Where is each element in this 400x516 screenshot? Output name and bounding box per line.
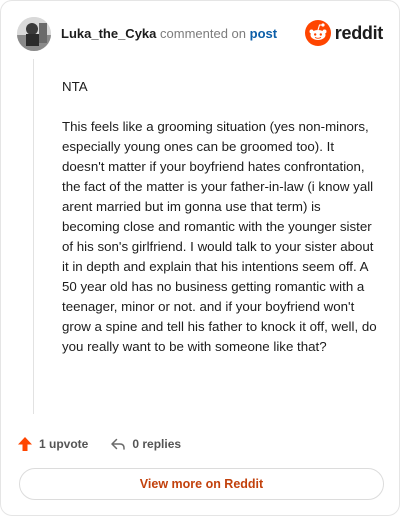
- username[interactable]: Luka_the_Cyka: [61, 26, 156, 41]
- reddit-wordmark: reddit: [334, 22, 384, 43]
- comment-meta: Luka_the_Cyka commented on post: [61, 26, 277, 42]
- avatar-image: [17, 17, 51, 51]
- replies-action[interactable]: 0 replies: [110, 436, 181, 452]
- commented-on-text: commented on: [160, 26, 247, 41]
- upvote-count: 1 upvote: [39, 437, 89, 451]
- user-avatar[interactable]: [17, 17, 51, 51]
- replies-count: 0 replies: [132, 437, 182, 451]
- comment-paragraph-1: NTA: [62, 79, 88, 94]
- reddit-alien-icon: [304, 20, 331, 46]
- post-link[interactable]: post: [250, 26, 277, 41]
- comment-body: NTA This feels like a grooming situation…: [62, 77, 378, 377]
- upvote-action[interactable]: 1 upvote: [17, 436, 88, 452]
- view-more-button[interactable]: View more on Reddit: [19, 468, 384, 500]
- upvote-arrow-icon: [18, 437, 32, 451]
- comment-header: Luka_the_Cyka commented on post reddit: [17, 17, 383, 51]
- thread-line: [33, 59, 34, 414]
- reddit-logo[interactable]: reddit: [304, 20, 384, 46]
- reply-arrow-icon: [111, 438, 126, 450]
- reddit-comment-embed: Luka_the_Cyka commented on post reddit N…: [0, 0, 400, 516]
- comment-actions: 1 upvote 0 replies: [17, 433, 181, 455]
- comment-paragraph-2: This feels like a grooming situation (ye…: [62, 119, 377, 354]
